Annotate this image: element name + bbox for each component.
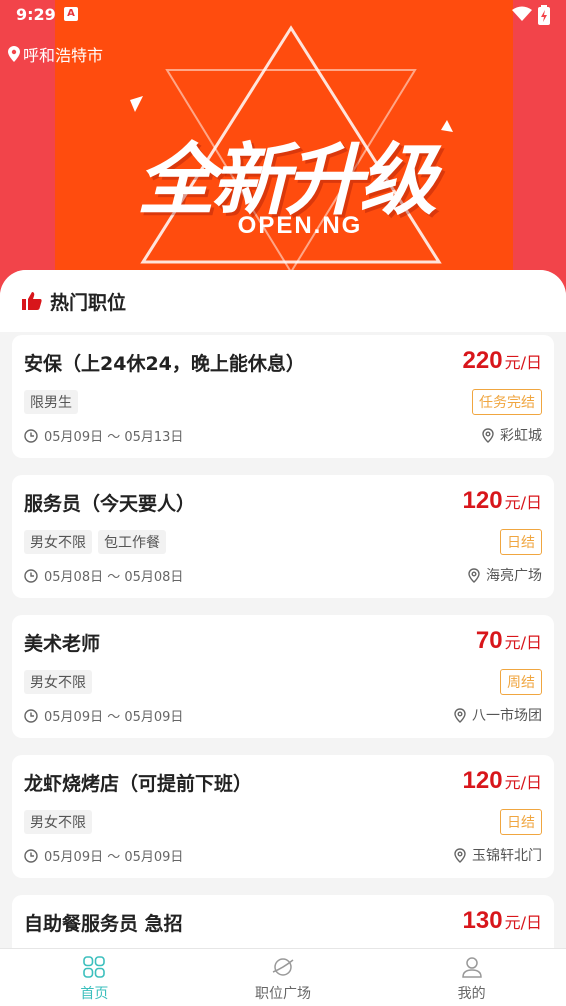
job-tag: 限男生 <box>24 390 78 414</box>
job-title: 安保（上24休24，晚上能休息） <box>24 353 305 375</box>
notification-a-icon: A <box>64 7 78 21</box>
job-pay: 120 元/日 <box>463 487 542 515</box>
job-pay-amount: 120 <box>462 767 503 794</box>
location-pin-icon <box>468 567 480 583</box>
tab-label: 首页 <box>80 986 109 1002</box>
planet-icon <box>272 958 294 976</box>
job-pay-amount: 120 <box>462 487 503 514</box>
job-pay: 220 元/日 <box>463 347 542 375</box>
job-pay-unit: 元/日 <box>504 353 542 372</box>
job-tag: 男女不限 <box>24 670 92 694</box>
job-date-range: 05月09日 ～ 05月09日 <box>44 850 184 865</box>
job-tags: 男女不限 <box>24 810 92 834</box>
home-grid-icon <box>83 956 106 978</box>
job-dates: 05月09日 ～ 05月09日 <box>24 706 183 725</box>
job-tags: 男女不限 包工作餐 <box>24 530 166 554</box>
job-tag: 男女不限 <box>24 810 92 834</box>
job-date-range: 05月09日 ～ 05月13日 <box>44 430 184 445</box>
location-pin-icon <box>8 46 20 62</box>
job-card[interactable]: 龙虾烧烤店（可提前下班） 120 元/日 男女不限 日结 05月09日 ～ 05月… <box>12 755 554 878</box>
clock-icon <box>24 428 38 443</box>
job-pay-unit: 元/日 <box>504 773 542 792</box>
thumbs-up-icon <box>22 292 42 310</box>
job-pay: 120 元/日 <box>463 767 542 795</box>
job-tags: 男女不限 <box>24 670 92 694</box>
job-place: 八一市场团 <box>472 708 542 724</box>
clock-icon <box>24 568 38 583</box>
location-pin-icon <box>454 847 466 863</box>
location-selector[interactable]: 呼和浩特市 <box>8 42 103 66</box>
job-pay: 70 元/日 <box>476 627 542 655</box>
job-location: 彩虹城 <box>482 425 542 445</box>
wifi-icon <box>512 6 532 21</box>
settlement-badge: 周结 <box>500 669 542 695</box>
tab-job-square[interactable]: 职位广场 <box>189 949 378 1006</box>
status-time: 9:29 <box>16 5 56 24</box>
job-tag: 男女不限 <box>24 530 92 554</box>
location-city: 呼和浩特市 <box>23 46 104 65</box>
job-pay-amount: 70 <box>475 627 503 654</box>
job-pay-amount: 220 <box>462 347 503 374</box>
banner-subline: OPEN.NG <box>237 212 363 239</box>
job-card[interactable]: 服务员（今天要人） 120 元/日 男女不限 包工作餐 日结 05月08日 ～ 05… <box>12 475 554 598</box>
job-location: 玉锦轩北门 <box>454 845 542 865</box>
job-pay: 130 元/日 <box>463 907 542 935</box>
tab-home[interactable]: 首页 <box>0 949 189 1006</box>
location-pin-icon <box>454 707 466 723</box>
job-tag: 包工作餐 <box>98 530 166 554</box>
tab-label: 职位广场 <box>255 986 311 1002</box>
job-title: 服务员（今天要人） <box>24 493 196 515</box>
job-location: 海亮广场 <box>468 565 542 585</box>
section-title: 热门职位 <box>50 291 127 314</box>
settlement-badge: 任务完结 <box>472 389 542 415</box>
job-card[interactable]: 美术老师 70 元/日 男女不限 周结 05月09日 ～ 05月09日 八一市场团 <box>12 615 554 738</box>
job-card[interactable]: 自助餐服务员 急招 130 元/日 <box>12 895 554 955</box>
tab-mine[interactable]: 我的 <box>377 949 566 1006</box>
job-dates: 05月08日 ～ 05月08日 <box>24 566 183 585</box>
job-pay-unit: 元/日 <box>504 493 542 512</box>
job-card[interactable]: 安保（上24休24，晚上能休息） 220 元/日 限男生 任务完结 05月09日 … <box>12 335 554 458</box>
section-header: 热门职位 <box>0 270 566 332</box>
job-pay-unit: 元/日 <box>504 633 542 652</box>
user-icon <box>461 957 482 978</box>
job-tags: 限男生 <box>24 390 78 414</box>
settlement-badge: 日结 <box>500 529 542 555</box>
job-place: 玉锦轩北门 <box>472 848 542 864</box>
status-bar: 9:29 A <box>0 0 566 30</box>
job-title: 美术老师 <box>24 633 101 655</box>
job-pay-amount: 130 <box>462 907 503 934</box>
settlement-badge: 日结 <box>500 809 542 835</box>
tab-label: 我的 <box>457 986 486 1002</box>
job-pay-unit: 元/日 <box>504 913 542 932</box>
battery-icon <box>538 5 550 25</box>
location-pin-icon <box>482 427 494 443</box>
clock-icon <box>24 708 38 723</box>
job-date-range: 05月08日 ～ 05月08日 <box>44 570 184 585</box>
job-title: 龙虾烧烤店（可提前下班） <box>24 773 253 795</box>
job-title: 自助餐服务员 急招 <box>24 913 183 935</box>
job-place: 海亮广场 <box>486 568 542 584</box>
bottom-tab-bar: 首页 职位广场 我的 <box>0 948 566 1006</box>
job-dates: 05月09日 ～ 05月09日 <box>24 846 183 865</box>
clock-icon <box>24 848 38 863</box>
job-location: 八一市场团 <box>454 705 542 725</box>
job-place: 彩虹城 <box>500 428 542 444</box>
job-date-range: 05月09日 ～ 05月09日 <box>44 710 184 725</box>
job-dates: 05月09日 ～ 05月13日 <box>24 426 183 445</box>
